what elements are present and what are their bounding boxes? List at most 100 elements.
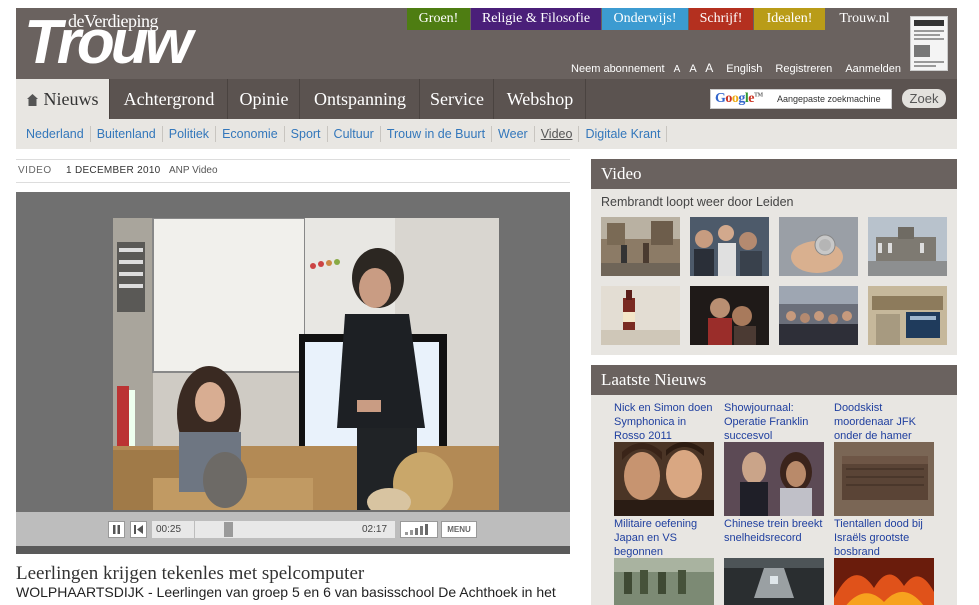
utility-links: Neem abonnement A A A English Registrere… <box>561 61 901 75</box>
news-item-image[interactable] <box>834 442 934 516</box>
article-meta: VIDEO 1 DECEMBER 2010 ANP Video <box>16 159 570 183</box>
player-controls: 00:25 02:17 MENU <box>16 512 570 546</box>
login-link[interactable]: Aanmelden <box>845 63 901 75</box>
pause-button[interactable] <box>108 521 125 538</box>
rewind-button[interactable] <box>130 521 147 538</box>
category-trouw-nl[interactable]: Trouw.nl <box>826 8 903 30</box>
article-headline: Leerlingen krijgen tekenles met spelcomp… <box>16 563 365 584</box>
article-source: ANP Video <box>169 165 218 176</box>
video-thumbnail-image <box>690 217 769 276</box>
news-item[interactable]: Militaire oefening Japan en VS begonnen <box>614 517 718 559</box>
category-groen[interactable]: Groen! <box>407 8 470 30</box>
pause-icon <box>113 525 120 534</box>
rewind-icon <box>134 525 143 534</box>
subnav-sport[interactable]: Sport <box>285 126 328 142</box>
font-size-small-link[interactable]: A <box>674 64 681 75</box>
sub-navigation: Nederland Buitenland Politiek Economie S… <box>16 119 957 149</box>
video-thumbnail[interactable] <box>601 217 680 276</box>
video-panel-title: Video <box>591 159 957 189</box>
video-thumbnail-image <box>779 217 858 276</box>
video-frame[interactable] <box>113 218 499 510</box>
video-thumbnail[interactable] <box>601 286 680 345</box>
news-item-image[interactable] <box>614 442 714 516</box>
nav-achtergrond[interactable]: Achtergrond <box>111 79 228 119</box>
category-idealen[interactable]: Idealen! <box>754 8 825 30</box>
video-thumbnail-image <box>690 286 769 345</box>
subnav-cultuur[interactable]: Cultuur <box>328 126 381 142</box>
browser-page: deVerdieping Trouw Groen! Religie & Filo… <box>0 0 979 605</box>
video-thumbnail-image <box>868 217 947 276</box>
article-type: VIDEO <box>18 165 52 176</box>
video-thumbnail-image <box>601 217 680 276</box>
news-item-image[interactable] <box>724 442 824 516</box>
subscribe-link[interactable]: Neem abonnement <box>571 63 665 75</box>
video-thumbnail[interactable] <box>779 286 858 345</box>
news-item-image[interactable] <box>724 558 824 605</box>
subnav-digitale-krant[interactable]: Digitale Krant <box>579 126 668 142</box>
news-item[interactable]: Showjournaal: Operatie Franklin succesvo… <box>724 401 828 443</box>
news-item-image[interactable] <box>834 558 934 605</box>
google-logo: GoogleTM <box>715 91 763 106</box>
news-item-title[interactable]: Chinese trein breekt snelheidsrecord <box>724 517 828 545</box>
volume-control[interactable] <box>400 521 438 538</box>
subnav-economie[interactable]: Economie <box>216 126 285 142</box>
register-link[interactable]: Registreren <box>775 63 832 75</box>
news-item-image[interactable] <box>614 558 714 605</box>
video-thumbnail[interactable] <box>779 217 858 276</box>
category-schrijf[interactable]: Schrijf! <box>689 8 753 30</box>
player-menu-button[interactable]: MENU <box>441 521 477 538</box>
category-onderwijs[interactable]: Onderwijs! <box>602 8 688 30</box>
video-thumbnail-image <box>868 286 947 345</box>
news-item-title[interactable]: Nick en Simon doen Symphonica in Rosso 2… <box>614 401 718 443</box>
video-thumbnail-image <box>779 286 858 345</box>
search-input[interactable]: GoogleTM Aangepaste zoekmachine <box>710 89 892 109</box>
english-link[interactable]: English <box>726 63 762 75</box>
subnav-trouw-in-de-buurt[interactable]: Trouw in de Buurt <box>381 126 493 142</box>
news-image <box>614 442 714 516</box>
article-date: 1 DECEMBER 2010 <box>66 165 161 176</box>
news-item[interactable]: Doodskist moordenaar JFK onder de hamer <box>834 401 938 443</box>
current-time: 00:25 <box>152 521 194 538</box>
nav-webshop[interactable]: Webshop <box>495 79 586 119</box>
subnav-nederland[interactable]: Nederland <box>20 126 91 142</box>
subnav-buitenland[interactable]: Buitenland <box>91 126 163 142</box>
news-image <box>834 558 934 605</box>
search-placeholder: Aangepaste zoekmachine <box>777 94 881 104</box>
news-item-title[interactable]: Militaire oefening Japan en VS begonnen <box>614 517 718 559</box>
site-header: deVerdieping Trouw Groen! Religie & Filo… <box>16 8 957 79</box>
news-image <box>614 558 714 605</box>
news-item-title[interactable]: Showjournaal: Operatie Franklin succesvo… <box>724 401 828 443</box>
volume-bars-icon <box>405 524 428 535</box>
video-thumbnail[interactable] <box>690 217 769 276</box>
subnav-weer[interactable]: Weer <box>492 126 535 142</box>
news-item[interactable]: Chinese trein breekt snelheidsrecord <box>724 517 828 545</box>
video-thumbnail[interactable] <box>868 286 947 345</box>
nav-nieuws[interactable]: Nieuws <box>16 79 110 119</box>
total-time: 02:17 <box>362 524 388 535</box>
nav-service[interactable]: Service <box>421 79 494 119</box>
digital-newspaper-thumbnail[interactable] <box>910 16 948 71</box>
latest-news-panel: Laatste Nieuws Nick en Simon doen Sympho… <box>591 365 957 605</box>
video-thumbnail[interactable] <box>690 286 769 345</box>
video-player: 00:25 02:17 MENU <box>16 192 570 554</box>
player-bottom-bar <box>16 546 570 554</box>
news-item-title[interactable]: Doodskist moordenaar JFK onder de hamer <box>834 401 938 443</box>
search-button[interactable]: Zoek <box>902 89 946 108</box>
trademark-mark: TM <box>754 92 763 99</box>
subnav-politiek[interactable]: Politiek <box>163 126 217 142</box>
category-religie-filosofie[interactable]: Religie & Filosofie <box>471 8 601 30</box>
nav-opinie[interactable]: Opinie <box>229 79 300 119</box>
site-logo[interactable]: Trouw <box>24 12 193 74</box>
font-size-large-link[interactable]: A <box>705 61 713 75</box>
progress-thumb[interactable] <box>224 522 233 537</box>
latest-news-title: Laatste Nieuws <box>591 365 957 395</box>
news-item[interactable]: Tientallen dood bij Israëls grootste bos… <box>834 517 938 559</box>
subnav-video[interactable]: Video <box>535 126 580 142</box>
video-thumbnail[interactable] <box>868 217 947 276</box>
font-size-medium-link[interactable]: A <box>689 63 696 75</box>
news-item-title[interactable]: Tientallen dood bij Israëls grootste bos… <box>834 517 938 559</box>
nav-ontspanning[interactable]: Ontspanning <box>301 79 420 119</box>
news-item[interactable]: Nick en Simon doen Symphonica in Rosso 2… <box>614 401 718 443</box>
classroom-video-still <box>113 218 499 510</box>
featured-video-link[interactable]: Rembrandt loopt weer door Leiden <box>601 195 793 209</box>
